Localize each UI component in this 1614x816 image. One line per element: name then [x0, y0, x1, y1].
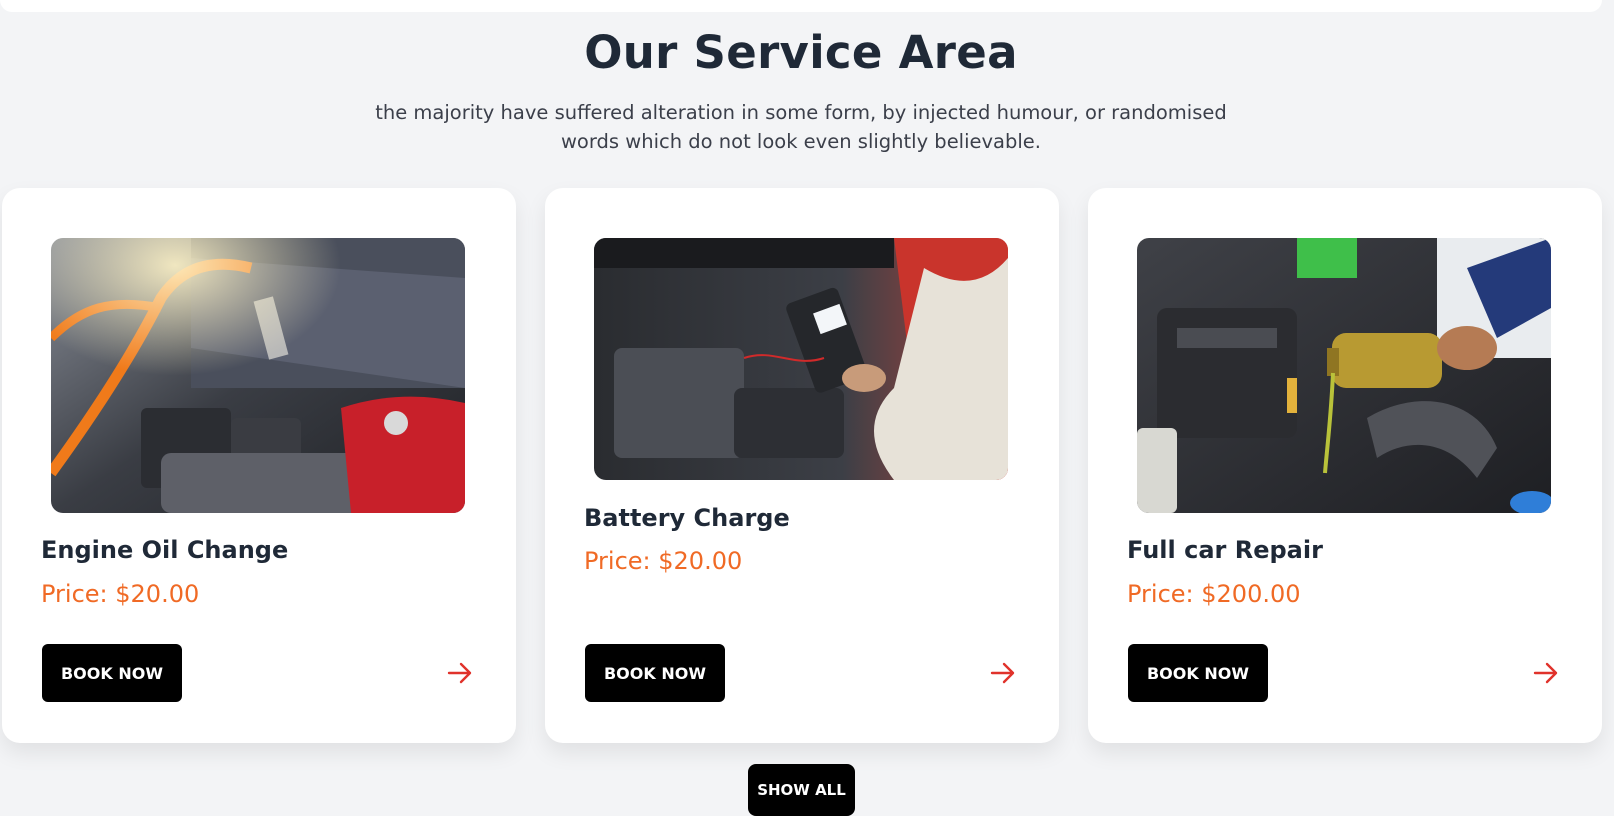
service-card-battery-charge: Battery Charge Price: $20.00 BOOK NOW	[545, 188, 1059, 743]
service-title: Full car Repair	[1127, 536, 1323, 564]
service-card-engine-oil: Engine Oil Change Price: $20.00 BOOK NOW	[2, 188, 516, 743]
book-now-button[interactable]: BOOK NOW	[585, 644, 725, 702]
show-all-button[interactable]: SHOW ALL	[748, 764, 855, 816]
service-title: Battery Charge	[584, 504, 790, 532]
service-card-full-car-repair: Full car Repair Price: $200.00 BOOK NOW	[1088, 188, 1602, 743]
service-price: Price: $20.00	[584, 547, 743, 575]
engine-jumper-cables-image	[51, 238, 465, 513]
book-now-button[interactable]: BOOK NOW	[42, 644, 182, 702]
service-title: Engine Oil Change	[41, 536, 289, 564]
oil-pouring-image	[1137, 238, 1551, 513]
header-strip	[0, 0, 1602, 12]
arrow-right-icon[interactable]	[989, 659, 1017, 687]
service-price: Price: $20.00	[41, 580, 200, 608]
section-description: the majority have suffered alteration in…	[375, 101, 1227, 153]
arrow-right-icon[interactable]	[446, 659, 474, 687]
service-price: Price: $200.00	[1127, 580, 1301, 608]
book-now-button[interactable]: BOOK NOW	[1128, 644, 1268, 702]
arrow-right-icon[interactable]	[1532, 659, 1560, 687]
section-title: Our Service Area	[584, 26, 1018, 79]
battery-tester-image	[594, 238, 1008, 480]
